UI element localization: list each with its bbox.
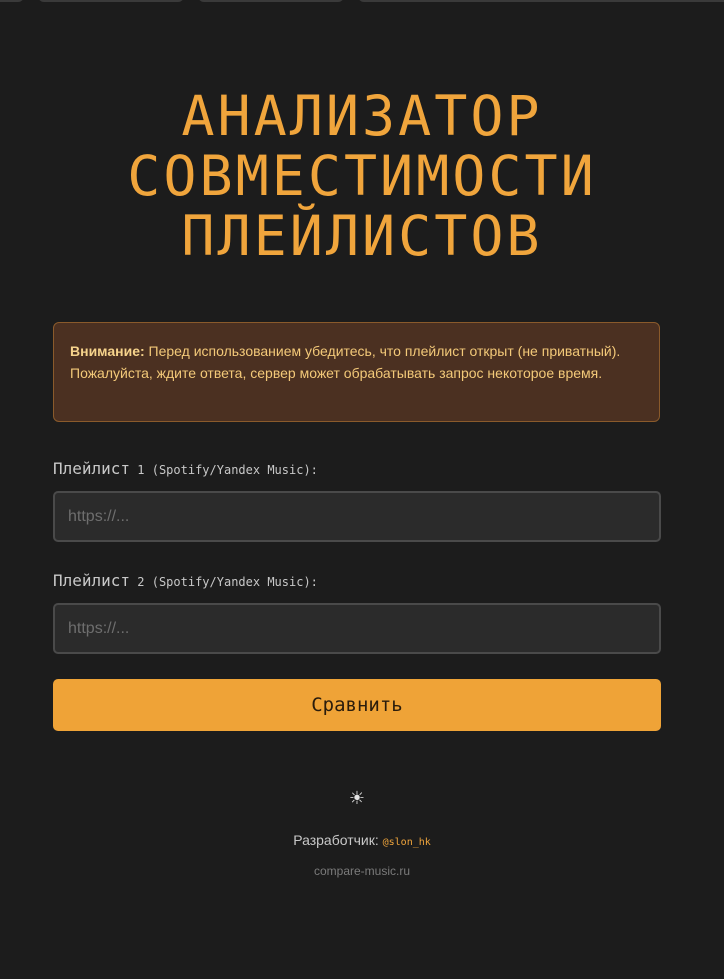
playlist2-url-input[interactable] [53, 603, 661, 654]
playlist1-label-main: Плейлист [53, 459, 131, 478]
warning-banner: Внимание: Перед использованием убедитесь… [53, 322, 660, 422]
sun-icon[interactable]: ☀ [346, 787, 368, 809]
browser-tab[interactable] [358, 0, 724, 2]
developer-label: Разработчик: [293, 832, 383, 848]
page-title: АНАЛИЗАТОР СОВМЕСТИМОСТИ ПЛЕЙЛИСТОВ [0, 86, 724, 266]
playlist2-label: Плейлист 2 (Spotify/Yandex Music): [53, 571, 318, 590]
browser-tab[interactable] [198, 0, 344, 2]
developer-link[interactable]: @slon_hk [383, 837, 431, 848]
site-domain: compare-music.ru [313, 864, 411, 878]
playlist1-label-suffix: 1 (Spotify/Yandex Music): [130, 463, 318, 477]
compare-button[interactable]: Сравнить [53, 679, 661, 731]
browser-tab-strip [0, 0, 724, 4]
page-title-line: АНАЛИЗАТОР [181, 84, 543, 148]
developer-credit: Разработчик: @slon_hk [0, 832, 724, 848]
playlist1-label: Плейлист 1 (Spotify/Yandex Music): [53, 459, 318, 478]
playlist2-label-main: Плейлист [53, 571, 131, 590]
page-title-line: СОВМЕСТИМОСТИ [127, 144, 597, 208]
warning-text: Перед использованием убедитесь, что плей… [70, 343, 621, 381]
warning-label: Внимание: [70, 343, 145, 359]
playlist2-label-suffix: 2 (Spotify/Yandex Music): [130, 575, 318, 589]
browser-tab[interactable] [38, 0, 184, 2]
browser-tab[interactable] [0, 0, 24, 2]
playlist1-url-input[interactable] [53, 491, 661, 542]
page-title-line: ПЛЕЙЛИСТОВ [181, 204, 543, 268]
